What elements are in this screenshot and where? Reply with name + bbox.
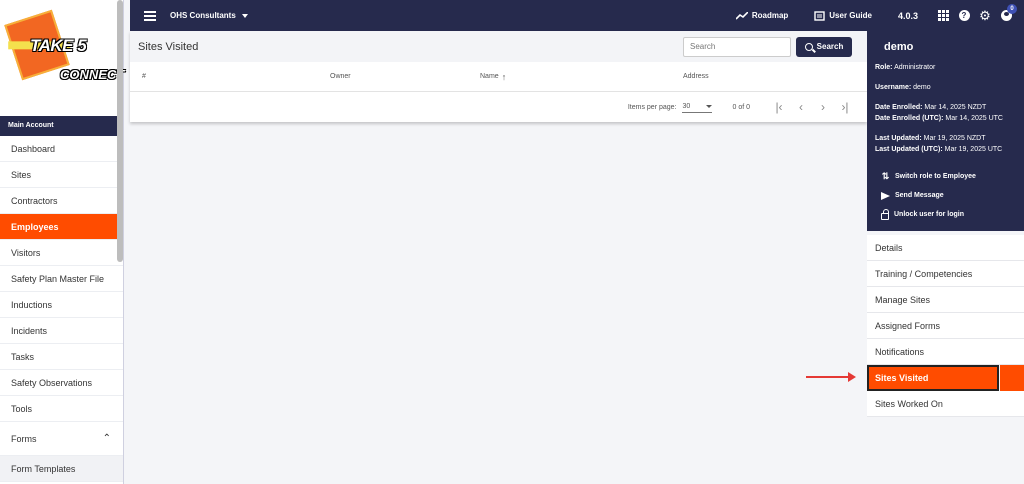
column-name[interactable]: Name ↑ bbox=[480, 72, 506, 82]
employee-name: demo bbox=[884, 41, 914, 53]
org-switcher[interactable]: OHS Consultants bbox=[170, 11, 248, 20]
page-title: Sites Visited bbox=[138, 40, 199, 53]
top-bar: OHS Consultants Roadmap User Guide 4.0.3… bbox=[130, 0, 1024, 31]
sidebar-item-sites[interactable]: Sites bbox=[0, 162, 123, 188]
tab-notifications[interactable]: Notifications bbox=[867, 339, 1024, 365]
sites-visited-card: Sites Visited Search # Owner Name ↑ Addr… bbox=[130, 31, 867, 122]
notification-badge: 0 bbox=[1007, 3, 1017, 14]
username-line: Username: demo bbox=[875, 84, 931, 91]
tab-assigned-forms[interactable]: Assigned Forms bbox=[867, 313, 1024, 339]
active-tab-fill bbox=[1000, 365, 1024, 391]
tab-sites-worked-on[interactable]: Sites Worked On bbox=[867, 391, 1024, 417]
apps-icon[interactable] bbox=[937, 10, 949, 22]
column-owner[interactable]: Owner bbox=[330, 73, 351, 80]
sidebar-item-contractors[interactable]: Contractors bbox=[0, 188, 123, 214]
help-icon[interactable]: ? bbox=[958, 10, 970, 22]
last-updated-line: Last Updated: Mar 19, 2025 NZDT bbox=[875, 135, 986, 142]
table-header: # Owner Name ↑ Address bbox=[130, 62, 867, 92]
sidebar-item-safety-plan[interactable]: Safety Plan Master File bbox=[0, 266, 123, 292]
sidebar-item-forms-label: Forms bbox=[11, 433, 37, 444]
swap-vertical-icon: ⇅ bbox=[881, 171, 890, 181]
column-name-label: Name bbox=[480, 73, 499, 80]
search-button-label: Search bbox=[816, 42, 844, 51]
items-per-page-value: 30 bbox=[682, 103, 691, 110]
send-message-button[interactable]: Send Message bbox=[881, 186, 1024, 205]
account-icon[interactable]: 0 bbox=[1000, 3, 1017, 22]
sidebar-scrollbar[interactable] bbox=[117, 0, 123, 262]
caret-down-icon bbox=[241, 13, 248, 18]
role-line: Role: Administrator bbox=[875, 64, 936, 71]
sort-arrow-up-icon: ↑ bbox=[501, 71, 507, 82]
sidebar-item-forms[interactable]: Forms ⌃ bbox=[0, 422, 123, 456]
switch-role-button[interactable]: ⇅ Switch role to Employee bbox=[881, 167, 1024, 186]
previous-page-icon[interactable]: ‹ bbox=[790, 100, 812, 114]
book-icon bbox=[814, 10, 825, 21]
sidebar-item-dashboard[interactable]: Dashboard bbox=[0, 136, 123, 162]
unlock-user-button[interactable]: Unlock user for login bbox=[881, 205, 1024, 224]
sidebar-section-label: Main Account bbox=[0, 116, 123, 136]
tab-manage-sites[interactable]: Manage Sites bbox=[867, 287, 1024, 313]
tab-details[interactable]: Details bbox=[867, 235, 1024, 261]
trending-icon bbox=[735, 11, 748, 20]
employee-profile-panel: demo Role: Administrator Username: demo … bbox=[867, 31, 1024, 231]
date-enrolled-utc-line: Date Enrolled (UTC): Mar 14, 2025 UTC bbox=[875, 115, 1003, 122]
page-range: 0 of 0 bbox=[732, 103, 750, 111]
sidebar-item-form-templates[interactable]: Form Templates bbox=[0, 456, 123, 482]
annotation-arrow-icon bbox=[806, 372, 856, 382]
column-number[interactable]: # bbox=[142, 73, 146, 80]
search-input[interactable] bbox=[683, 36, 791, 57]
gear-icon[interactable]: ⚙ bbox=[979, 9, 991, 22]
logo-line2: CONNECT bbox=[60, 67, 125, 82]
sidebar-item-tools[interactable]: Tools bbox=[0, 396, 123, 422]
roadmap-link[interactable]: Roadmap bbox=[735, 11, 789, 20]
search-icon bbox=[804, 42, 813, 51]
sidebar-item-visitors[interactable]: Visitors bbox=[0, 240, 123, 266]
chevron-up-icon: ⌃ bbox=[102, 432, 111, 444]
version-label: 4.0.3 bbox=[897, 10, 918, 21]
roadmap-label: Roadmap bbox=[751, 11, 789, 20]
user-guide-link[interactable]: User Guide bbox=[814, 10, 872, 21]
take5-logo[interactable]: TAKE 5 CONNECT bbox=[0, 0, 125, 116]
date-enrolled-line: Date Enrolled: Mar 14, 2025 NZDT bbox=[875, 104, 987, 111]
first-page-icon[interactable]: |‹ bbox=[768, 100, 790, 114]
next-page-icon[interactable]: › bbox=[812, 100, 834, 114]
items-per-page-select[interactable]: 30 bbox=[682, 101, 713, 113]
sidebar-item-employees[interactable]: Employees bbox=[0, 214, 123, 240]
tab-sites-visited[interactable]: Sites Visited bbox=[867, 365, 999, 391]
org-name: OHS Consultants bbox=[170, 11, 236, 20]
sidebar-item-tasks[interactable]: Tasks bbox=[0, 344, 123, 370]
search-button[interactable]: Search bbox=[796, 36, 852, 57]
last-page-icon[interactable]: ›| bbox=[834, 100, 856, 114]
sidebar-item-incidents[interactable]: Incidents bbox=[0, 318, 123, 344]
send-icon bbox=[881, 191, 890, 200]
lock-open-icon bbox=[881, 208, 889, 220]
menu-icon[interactable] bbox=[144, 10, 156, 21]
user-guide-label: User Guide bbox=[829, 11, 872, 20]
logo-line1: TAKE 5 bbox=[30, 36, 87, 55]
last-updated-utc-line: Last Updated (UTC): Mar 19, 2025 UTC bbox=[875, 146, 1003, 153]
sidebar: TAKE 5 CONNECT Main Account Dashboard Si… bbox=[0, 0, 124, 484]
sidebar-item-safety-observations[interactable]: Safety Observations bbox=[0, 370, 123, 396]
sidebar-item-inductions[interactable]: Inductions bbox=[0, 292, 123, 318]
column-address[interactable]: Address bbox=[683, 73, 709, 80]
caret-down-icon bbox=[706, 105, 713, 108]
paginator: Items per page: 30 0 of 0 |‹ ‹ › ›| bbox=[130, 92, 867, 122]
items-per-page-label: Items per page: bbox=[627, 103, 677, 111]
tab-training-competencies[interactable]: Training / Competencies bbox=[867, 261, 1024, 287]
